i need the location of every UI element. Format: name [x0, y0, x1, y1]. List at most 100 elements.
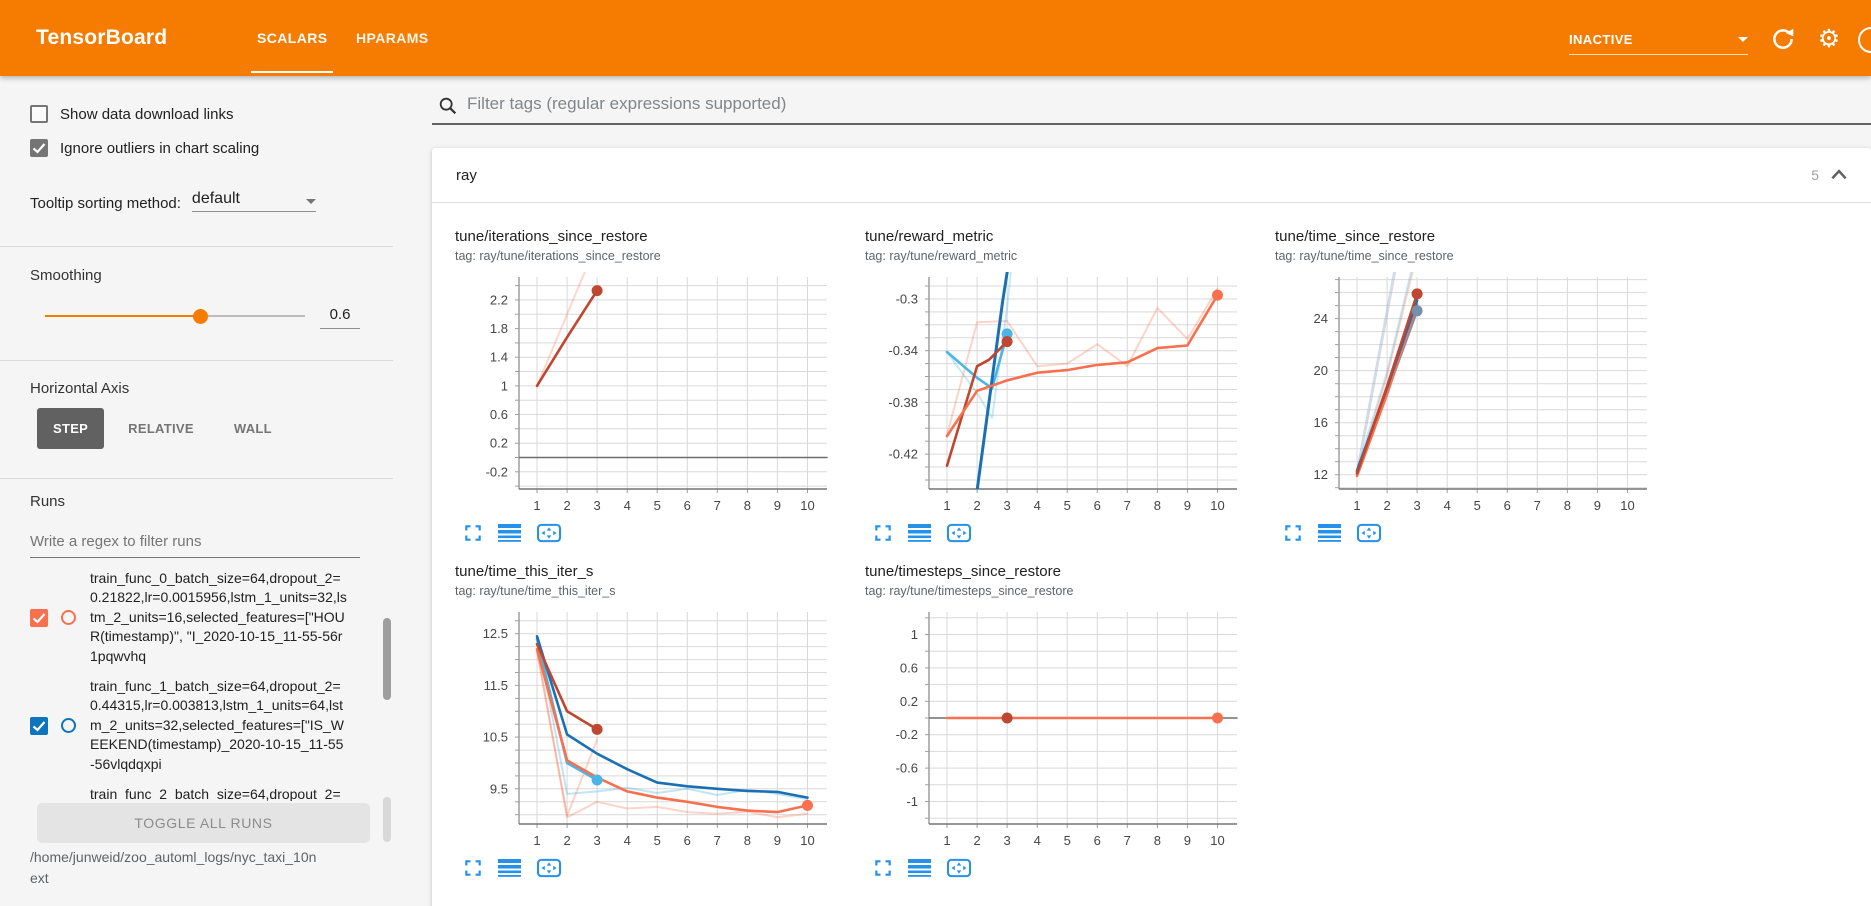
runs-filter-input[interactable]: [30, 527, 360, 558]
run-radio-icon[interactable]: [61, 610, 76, 625]
svg-text:0.2: 0.2: [900, 694, 918, 709]
fullscreen-icon[interactable]: [463, 858, 483, 878]
svg-text:10: 10: [800, 498, 814, 513]
chart-plot-area[interactable]: 12345678910-0.3-0.34-0.38-0.42: [865, 271, 1243, 515]
log-scale-icon[interactable]: [1318, 523, 1341, 543]
svg-text:9: 9: [1594, 498, 1601, 513]
svg-text:1: 1: [533, 833, 540, 848]
tag-filter-input[interactable]: [465, 93, 1871, 115]
chart-title: tune/iterations_since_restore: [455, 228, 833, 245]
svg-text:1: 1: [1353, 498, 1360, 513]
settings-gear-icon[interactable]: ⚙: [1816, 26, 1842, 52]
svg-text:3: 3: [1003, 833, 1010, 848]
svg-text:24: 24: [1314, 311, 1328, 326]
run-name: train_func_0_batch_size=64,dropout_2=0.2…: [90, 569, 348, 666]
fullscreen-icon[interactable]: [463, 523, 483, 543]
svg-text:9: 9: [1184, 498, 1191, 513]
chart-card: tune/reward_metric tag: ray/tune/reward_…: [865, 228, 1243, 544]
svg-text:1: 1: [943, 833, 950, 848]
chart-toolbar: [873, 522, 1243, 544]
chart-toolbar: [463, 857, 833, 879]
collapse-chevron-icon[interactable]: [1829, 167, 1849, 183]
svg-text:7: 7: [1534, 498, 1541, 513]
checkbox-show-download-links[interactable]: Show data download links: [30, 105, 233, 123]
fit-domain-icon[interactable]: [946, 522, 972, 544]
svg-text:9: 9: [774, 833, 781, 848]
refresh-icon[interactable]: [1770, 26, 1796, 52]
log-directory-path: /home/junweid/zoo_automl_logs/nyc_taxi_1…: [30, 847, 320, 889]
fit-domain-icon[interactable]: [536, 857, 562, 879]
charts-grid: tune/iterations_since_restore tag: ray/t…: [432, 203, 1871, 898]
log-scale-icon[interactable]: [908, 523, 931, 543]
chart-plot-area[interactable]: 1234567891012.511.510.59.5: [455, 606, 833, 850]
chart-title: tune/time_since_restore: [1275, 228, 1653, 245]
tag-group-count: 5: [1811, 167, 1819, 183]
svg-text:5: 5: [654, 498, 661, 513]
svg-text:4: 4: [1034, 498, 1041, 513]
tab-scalars[interactable]: SCALARS: [243, 0, 341, 76]
chart-tag: tag: ray/tune/reward_metric: [865, 249, 1243, 263]
smoothing-value[interactable]: 0.6: [320, 304, 360, 329]
run-status-dropdown[interactable]: INACTIVE: [1569, 24, 1748, 55]
checkbox-checked-icon[interactable]: [30, 139, 48, 157]
fit-domain-icon[interactable]: [536, 522, 562, 544]
smoothing-slider[interactable]: [45, 315, 305, 317]
tab-hparams[interactable]: HPARAMS: [342, 0, 443, 76]
fullscreen-icon[interactable]: [873, 523, 893, 543]
svg-text:4: 4: [624, 498, 631, 513]
log-scale-icon[interactable]: [498, 523, 521, 543]
svg-text:7: 7: [714, 498, 721, 513]
svg-text:5: 5: [654, 833, 661, 848]
chart-tag: tag: ray/tune/timesteps_since_restore: [865, 584, 1243, 598]
svg-text:2: 2: [973, 498, 980, 513]
svg-text:-0.2: -0.2: [486, 464, 508, 479]
run-list-item[interactable]: train_func_2_batch_size=64,dropout_2=: [30, 785, 362, 801]
svg-text:1: 1: [501, 378, 508, 393]
svg-text:10: 10: [1210, 833, 1224, 848]
tag-group-header[interactable]: ray 5: [432, 148, 1871, 203]
svg-text:2: 2: [563, 498, 570, 513]
chart-toolbar: [1283, 522, 1653, 544]
toggle-all-runs-button[interactable]: TOGGLE ALL RUNS: [37, 803, 370, 843]
chart-plot-area[interactable]: 123456789102.21.81.410.60.2-0.2: [455, 271, 833, 515]
svg-text:1: 1: [911, 627, 918, 642]
log-scale-icon[interactable]: [908, 858, 931, 878]
svg-text:10: 10: [800, 833, 814, 848]
axis-button-relative[interactable]: RELATIVE: [112, 408, 210, 449]
tooltip-sort-dropdown[interactable]: default: [192, 190, 316, 212]
svg-text:-0.34: -0.34: [888, 343, 918, 358]
run-checkbox-icon[interactable]: [30, 609, 48, 627]
fullscreen-icon[interactable]: [1283, 523, 1303, 543]
run-list-item[interactable]: train_func_0_batch_size=64,dropout_2=0.2…: [30, 569, 362, 666]
chart-plot-area[interactable]: 1234567891010.60.2-0.2-0.6-1: [865, 606, 1243, 850]
run-name: train_func_2_batch_size=64,dropout_2=: [90, 785, 348, 801]
svg-text:12: 12: [1314, 467, 1328, 482]
run-radio-icon[interactable]: [61, 718, 76, 733]
fit-domain-icon[interactable]: [1356, 522, 1382, 544]
fit-domain-icon[interactable]: [946, 857, 972, 879]
axis-button-step[interactable]: STEP: [37, 408, 104, 449]
chart-plot-area[interactable]: 1234567891024201612: [1275, 271, 1653, 515]
fullscreen-icon[interactable]: [873, 858, 893, 878]
sidebar-scrollbar-thumb[interactable]: [383, 618, 391, 700]
checkbox-label: Ignore outliers in chart scaling: [60, 140, 259, 157]
search-icon: [437, 95, 459, 117]
svg-text:20: 20: [1314, 363, 1328, 378]
checkbox-unchecked-icon[interactable]: [30, 105, 48, 123]
smoothing-slider-thumb[interactable]: [193, 309, 208, 324]
run-checkbox-icon[interactable]: [30, 717, 48, 735]
tag-filter-row: [432, 85, 1871, 125]
run-list-item[interactable]: train_func_1_batch_size=64,dropout_2=0.4…: [30, 677, 362, 774]
axis-button-wall[interactable]: WALL: [218, 408, 288, 449]
svg-text:5: 5: [1064, 498, 1071, 513]
horizontal-axis-toggle: STEP RELATIVE WALL: [37, 408, 288, 449]
sidebar: Show data download links Ignore outliers…: [0, 76, 393, 906]
svg-text:8: 8: [744, 833, 751, 848]
sidebar-scrollbar-track[interactable]: [383, 797, 391, 842]
svg-text:7: 7: [1124, 498, 1131, 513]
help-icon[interactable]: [1858, 27, 1871, 53]
checkbox-ignore-outliers[interactable]: Ignore outliers in chart scaling: [30, 139, 259, 157]
chart-tag: tag: ray/tune/iterations_since_restore: [455, 249, 833, 263]
log-scale-icon[interactable]: [498, 858, 521, 878]
chart-toolbar: [873, 857, 1243, 879]
